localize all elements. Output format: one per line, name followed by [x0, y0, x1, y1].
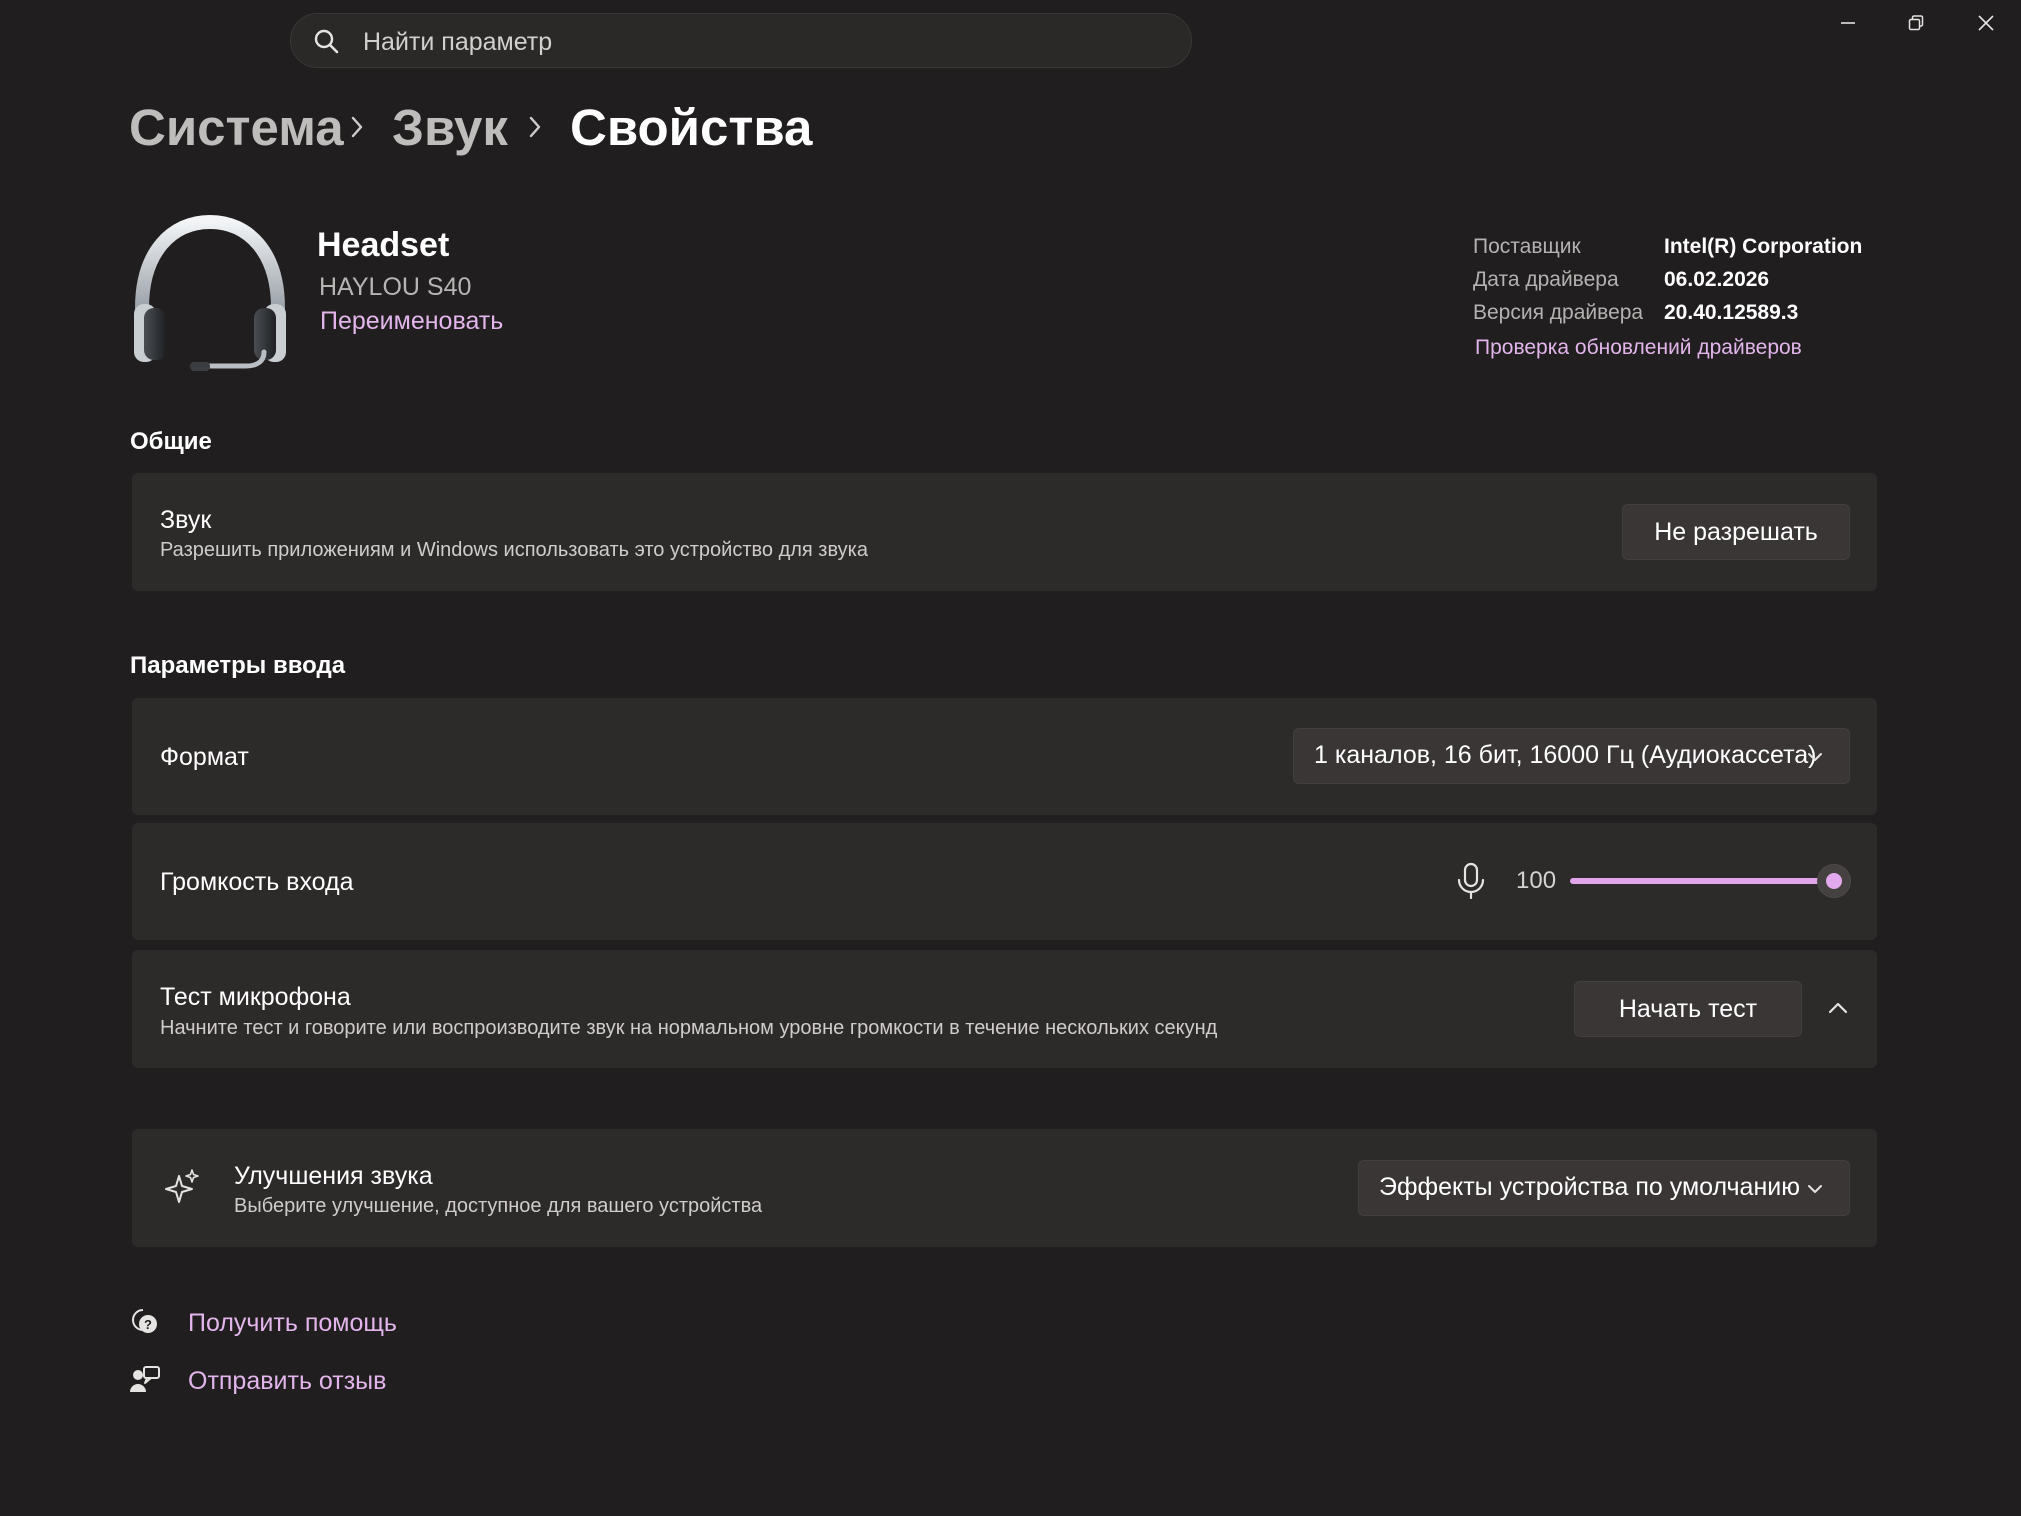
minimize-icon	[1841, 21, 1855, 24]
search-box[interactable]: Найти параметр	[290, 13, 1192, 68]
driver-version-value: 20.40.12589.3	[1664, 301, 1799, 324]
help-icon: ?	[132, 1309, 157, 1333]
minimize-button[interactable]	[1813, 0, 1883, 45]
mic-test-card: Тест микрофона Начните тест и говорите и…	[132, 950, 1877, 1068]
enhancements-title: Улучшения звука	[234, 1162, 433, 1190]
driver-date-label: Дата драйвера	[1473, 268, 1619, 291]
send-feedback-link[interactable]: Отправить отзыв	[188, 1367, 386, 1396]
close-button[interactable]	[1951, 0, 2021, 45]
format-dropdown[interactable]: 1 каналов, 16 бит, 16000 Гц (Аудиокассет…	[1293, 728, 1850, 784]
input-volume-title: Громкость входа	[160, 868, 354, 896]
enhancements-value: Эффекты устройства по умолчанию	[1379, 1173, 1800, 1201]
driver-version-label: Версия драйвера	[1473, 301, 1644, 324]
device-name: Headset	[317, 226, 450, 264]
chevron-up-icon[interactable]	[1826, 998, 1850, 1018]
start-test-button[interactable]: Начать тест	[1574, 981, 1802, 1037]
page-title: Свойства	[570, 99, 813, 156]
audio-permission-card: Звук Разрешить приложениям и Windows исп…	[132, 473, 1877, 591]
restore-icon	[1908, 14, 1924, 30]
vendor-label: Поставщик	[1473, 235, 1581, 258]
restore-button[interactable]	[1881, 0, 1951, 45]
chevron-down-icon	[1808, 753, 1822, 761]
input-volume-value: 100	[1516, 867, 1557, 894]
chevron-right-icon	[351, 116, 363, 138]
mic-test-subtitle: Начните тест и говорите или воспроизводи…	[160, 1017, 1218, 1039]
disallow-button[interactable]: Не разрешать	[1622, 504, 1850, 560]
microphone-icon[interactable]	[1455, 862, 1487, 900]
section-heading-input: Параметры ввода	[130, 652, 346, 679]
chevron-down-icon	[1808, 1185, 1822, 1193]
get-help-link[interactable]: Получить помощь	[188, 1309, 397, 1338]
format-card: Формат 1 каналов, 16 бит, 16000 Гц (Ауди…	[132, 698, 1877, 815]
mic-test-title: Тест микрофона	[160, 983, 351, 1011]
search-input[interactable]: Найти параметр	[363, 28, 552, 57]
format-title: Формат	[160, 743, 249, 771]
section-heading-general: Общие	[130, 428, 212, 455]
svg-text:?: ?	[144, 1317, 152, 1332]
format-value: 1 каналов, 16 бит, 16000 Гц (Аудиокассет…	[1314, 741, 1817, 769]
close-icon	[1978, 14, 1994, 31]
chevron-right-icon	[529, 116, 541, 138]
rename-link[interactable]: Переименовать	[320, 307, 503, 336]
audio-permission-subtitle: Разрешить приложениям и Windows использо…	[160, 539, 868, 561]
device-model: HAYLOU S40	[319, 273, 472, 301]
search-icon	[314, 29, 339, 54]
input-volume-slider-track[interactable]	[1570, 878, 1834, 884]
enhancements-dropdown[interactable]: Эффекты устройства по умолчанию	[1358, 1160, 1850, 1216]
enhancements-card: Улучшения звука Выберите улучшение, дост…	[132, 1129, 1877, 1247]
enhancements-subtitle: Выберите улучшение, доступное для вашего…	[234, 1195, 763, 1217]
vendor-value: Intel(R) Corporation	[1664, 235, 1863, 258]
driver-update-link[interactable]: Проверка обновлений драйверов	[1475, 336, 1802, 360]
audio-permission-title: Звук	[160, 506, 212, 534]
input-volume-slider-thumb[interactable]	[1817, 864, 1851, 898]
headset-icon	[134, 214, 286, 371]
sparkle-icon	[165, 1169, 199, 1203]
driver-date-value: 06.02.2026	[1664, 268, 1770, 291]
feedback-icon	[130, 1366, 160, 1392]
breadcrumb-sound[interactable]: Звук	[392, 98, 508, 157]
breadcrumb-system[interactable]: Система	[129, 98, 344, 157]
